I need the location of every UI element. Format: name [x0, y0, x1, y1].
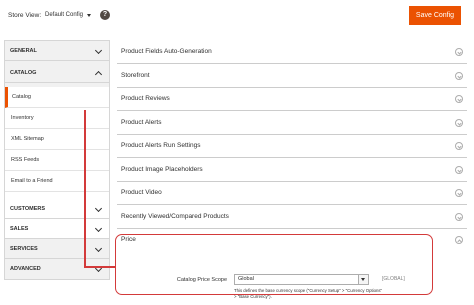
- expand-icon: [455, 119, 463, 127]
- tab-services-label: SERVICES: [10, 246, 38, 252]
- tab-item-inventory[interactable]: Inventory: [5, 108, 109, 129]
- section-title: Product Reviews: [121, 95, 170, 102]
- tab-item-rss-feeds[interactable]: RSS Feeds: [5, 150, 109, 171]
- store-view-value: Default Config: [45, 12, 84, 18]
- expand-icon: [455, 166, 463, 174]
- annotation-connector-horizontal: [84, 266, 116, 268]
- tab-services[interactable]: SERVICES: [5, 239, 109, 259]
- chevron-down-icon: [94, 204, 103, 213]
- tab-catalog[interactable]: CATALOG: [5, 63, 109, 83]
- section-product-video[interactable]: Product Video: [117, 182, 467, 205]
- tab-advanced-label: ADVANCED: [10, 266, 41, 272]
- chevron-down-icon: [94, 244, 103, 253]
- tab-advanced[interactable]: ADVANCED: [5, 259, 109, 279]
- annotation-highlight-box: [115, 234, 433, 295]
- section-title: Product Image Placeholders: [121, 166, 203, 173]
- section-recently-viewed-compared-products[interactable]: Recently Viewed/Compared Products: [117, 206, 467, 229]
- section-product-reviews[interactable]: Product Reviews: [117, 88, 467, 111]
- expand-icon: [455, 95, 463, 103]
- page-actions-bar: Store View: Default Config ? Save Config: [0, 0, 474, 34]
- save-config-button[interactable]: Save Config: [409, 6, 461, 25]
- expand-icon: [455, 189, 463, 197]
- section-storefront[interactable]: Storefront: [117, 65, 467, 88]
- section-title: Product Alerts Run Settings: [121, 142, 201, 149]
- section-title: Product Alerts: [121, 119, 162, 126]
- help-icon[interactable]: ?: [100, 10, 110, 20]
- tab-item-catalog[interactable]: Catalog: [5, 87, 109, 108]
- tab-catalog-label: CATALOG: [10, 70, 37, 76]
- store-view-switcher[interactable]: Default Config: [45, 12, 92, 18]
- section-title: Storefront: [121, 72, 150, 79]
- expand-icon: [455, 48, 463, 56]
- chevron-down-icon: [94, 46, 103, 55]
- config-sidebar: GENERAL CATALOG Catalog Inventory XML Si…: [4, 40, 110, 280]
- collapse-icon: [455, 236, 463, 244]
- section-title: Product Video: [121, 189, 162, 196]
- chevron-up-icon: [94, 70, 103, 79]
- expand-icon: [455, 72, 463, 80]
- caret-down-icon: [87, 13, 92, 17]
- tab-customers[interactable]: CUSTOMERS: [5, 199, 109, 219]
- store-view-label: Store View:: [8, 12, 42, 19]
- section-title: Product Fields Auto-Generation: [121, 48, 212, 55]
- annotation-connector-vertical: [84, 110, 86, 268]
- chevron-down-icon: [94, 224, 103, 233]
- tab-general-label: GENERAL: [10, 48, 37, 54]
- tab-general[interactable]: GENERAL: [5, 41, 109, 61]
- tab-customers-label: CUSTOMERS: [10, 206, 46, 212]
- section-product-fields-auto-generation[interactable]: Product Fields Auto-Generation: [117, 41, 467, 64]
- section-title: Recently Viewed/Compared Products: [121, 213, 229, 220]
- tab-item-xml-sitemap[interactable]: XML Sitemap: [5, 129, 109, 150]
- tab-sales-label: SALES: [10, 226, 29, 232]
- tab-item-email-to-a-friend[interactable]: Email to a Friend: [5, 171, 109, 192]
- tab-sales[interactable]: SALES: [5, 219, 109, 239]
- section-product-alerts-run-settings[interactable]: Product Alerts Run Settings: [117, 135, 467, 158]
- expand-icon: [455, 142, 463, 150]
- section-product-alerts[interactable]: Product Alerts: [117, 112, 467, 135]
- section-product-image-placeholders[interactable]: Product Image Placeholders: [117, 159, 467, 182]
- expand-icon: [455, 213, 463, 221]
